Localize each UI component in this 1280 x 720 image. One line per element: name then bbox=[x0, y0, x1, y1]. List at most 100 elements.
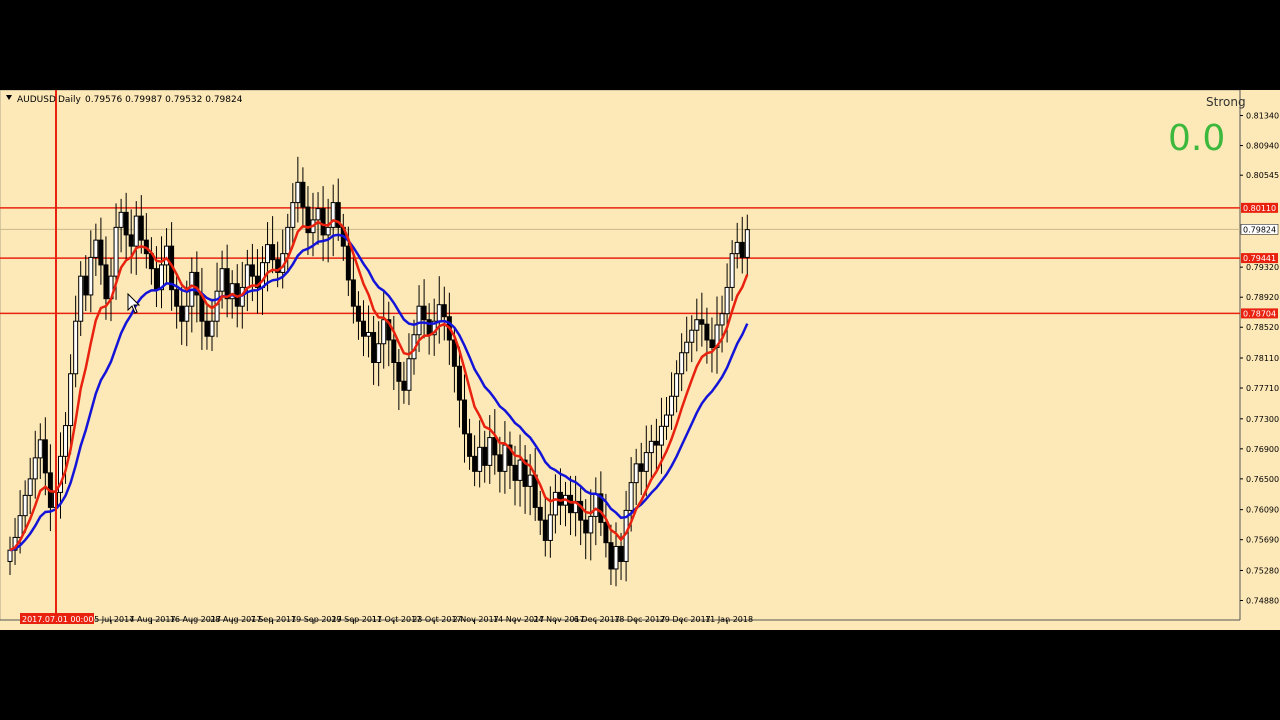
candle-body bbox=[361, 320, 366, 337]
big-value-readout: 0.0 bbox=[1168, 118, 1225, 159]
time-tick-label: 4 Aug 2017 bbox=[129, 615, 175, 624]
candle-body bbox=[664, 414, 669, 427]
candle-body bbox=[113, 226, 119, 277]
candle-body bbox=[613, 545, 619, 570]
candle-body bbox=[593, 493, 599, 517]
candle-body bbox=[436, 304, 442, 322]
candle-body bbox=[421, 305, 427, 321]
candle-body bbox=[416, 305, 422, 336]
candle-body bbox=[133, 215, 139, 247]
candle-body bbox=[32, 457, 38, 480]
candle-body bbox=[477, 446, 483, 472]
candle-body bbox=[517, 459, 523, 481]
candle-body bbox=[729, 253, 735, 288]
candle-body bbox=[138, 215, 144, 241]
candle-body bbox=[628, 482, 634, 511]
candle-body bbox=[270, 244, 276, 261]
candle-body bbox=[391, 339, 397, 364]
candle-body bbox=[724, 286, 730, 315]
timeframe-label: Daily bbox=[58, 95, 81, 105]
candle-body bbox=[547, 514, 553, 541]
candle-body bbox=[608, 542, 614, 570]
candle-body bbox=[568, 494, 574, 514]
candle-body bbox=[244, 264, 250, 288]
candle-body bbox=[204, 320, 210, 337]
candle-body bbox=[265, 244, 271, 264]
candle-body bbox=[653, 440, 659, 446]
candle-body bbox=[406, 358, 412, 391]
candle-body bbox=[37, 439, 43, 459]
price-tick-label: 0.81340 bbox=[1246, 112, 1279, 121]
candle-body bbox=[174, 289, 180, 307]
candle-body bbox=[467, 433, 473, 457]
candle-body bbox=[42, 439, 48, 474]
candle-body bbox=[376, 343, 382, 364]
price-chart[interactable]: 0.81340 0.80940 0.80545 0.79320 0.78920 0.785… bbox=[0, 90, 1280, 630]
candle-body bbox=[658, 425, 664, 446]
candle-body bbox=[355, 305, 361, 322]
candle-body bbox=[684, 341, 690, 354]
candle-body bbox=[123, 211, 129, 236]
candle-body bbox=[325, 226, 331, 236]
candle-body bbox=[497, 454, 503, 472]
candle-body bbox=[689, 329, 695, 343]
candle-body bbox=[153, 268, 159, 291]
candle-body bbox=[300, 181, 306, 208]
candle-body bbox=[679, 352, 685, 375]
candle-body bbox=[17, 515, 23, 538]
candle-body bbox=[456, 365, 462, 401]
level-price-label: 0.80110 bbox=[1243, 204, 1276, 213]
time-tick-label: 18 Dec 2017 bbox=[614, 615, 665, 624]
candle-body bbox=[371, 331, 377, 364]
candle-body bbox=[396, 362, 402, 382]
candle-body bbox=[482, 446, 488, 466]
candle-body bbox=[63, 425, 69, 457]
price-tick-label: 0.80545 bbox=[1246, 171, 1279, 180]
candle-body bbox=[224, 268, 230, 300]
time-tick-label: 29 Dec 2017 bbox=[660, 615, 711, 624]
candle-body bbox=[295, 181, 301, 204]
price-tick-label: 0.76900 bbox=[1246, 445, 1279, 454]
candle-body bbox=[552, 491, 558, 516]
candle-body bbox=[699, 319, 705, 325]
candle-body bbox=[709, 339, 715, 348]
candle-body bbox=[350, 279, 356, 307]
candle-body bbox=[719, 313, 725, 326]
candle-body bbox=[487, 437, 493, 466]
candle-body bbox=[734, 241, 740, 255]
current-price-label: 0.79824 bbox=[1243, 225, 1276, 234]
candle-body bbox=[366, 331, 372, 337]
price-tick-label: 0.75690 bbox=[1246, 536, 1279, 545]
time-tick-label: 25 Jul 2017 bbox=[89, 615, 134, 624]
candle-body bbox=[179, 305, 185, 322]
price-tick-label: 0.77710 bbox=[1246, 384, 1279, 393]
app-window: 0.81340 0.80940 0.80545 0.79320 0.78920 0.785… bbox=[0, 0, 1280, 720]
price-tick-label: 0.78920 bbox=[1246, 293, 1279, 302]
candle-body bbox=[638, 463, 644, 472]
candle-body bbox=[588, 515, 594, 534]
candle-body bbox=[22, 494, 28, 517]
candle-body bbox=[618, 545, 624, 562]
price-tick-label: 0.75280 bbox=[1246, 566, 1279, 575]
candle-body bbox=[290, 202, 296, 228]
time-tick-label: 11 Jan 2018 bbox=[705, 615, 753, 624]
price-tick-label: 0.80940 bbox=[1246, 142, 1279, 151]
time-tick-label: 7 Sep 2017 bbox=[251, 615, 297, 624]
price-tick-label: 0.79320 bbox=[1246, 263, 1279, 272]
plot-frame bbox=[0, 90, 1241, 621]
candle-body bbox=[401, 380, 407, 391]
candle-body bbox=[118, 211, 124, 228]
candle-body bbox=[7, 549, 13, 562]
ohlc-readout: 0.79576 0.79987 0.79532 0.79824 bbox=[85, 95, 243, 105]
candle-body bbox=[184, 305, 190, 322]
candle-body bbox=[669, 395, 675, 416]
candle-body bbox=[704, 323, 710, 341]
candle-body bbox=[492, 437, 498, 456]
price-tick-label: 0.76090 bbox=[1246, 506, 1279, 515]
candle-body bbox=[512, 464, 518, 481]
candle-body bbox=[209, 320, 215, 337]
candle-body bbox=[603, 521, 609, 544]
candle-body bbox=[744, 229, 750, 258]
candle-body bbox=[249, 264, 255, 277]
level-price-label: 0.79441 bbox=[1243, 254, 1276, 263]
